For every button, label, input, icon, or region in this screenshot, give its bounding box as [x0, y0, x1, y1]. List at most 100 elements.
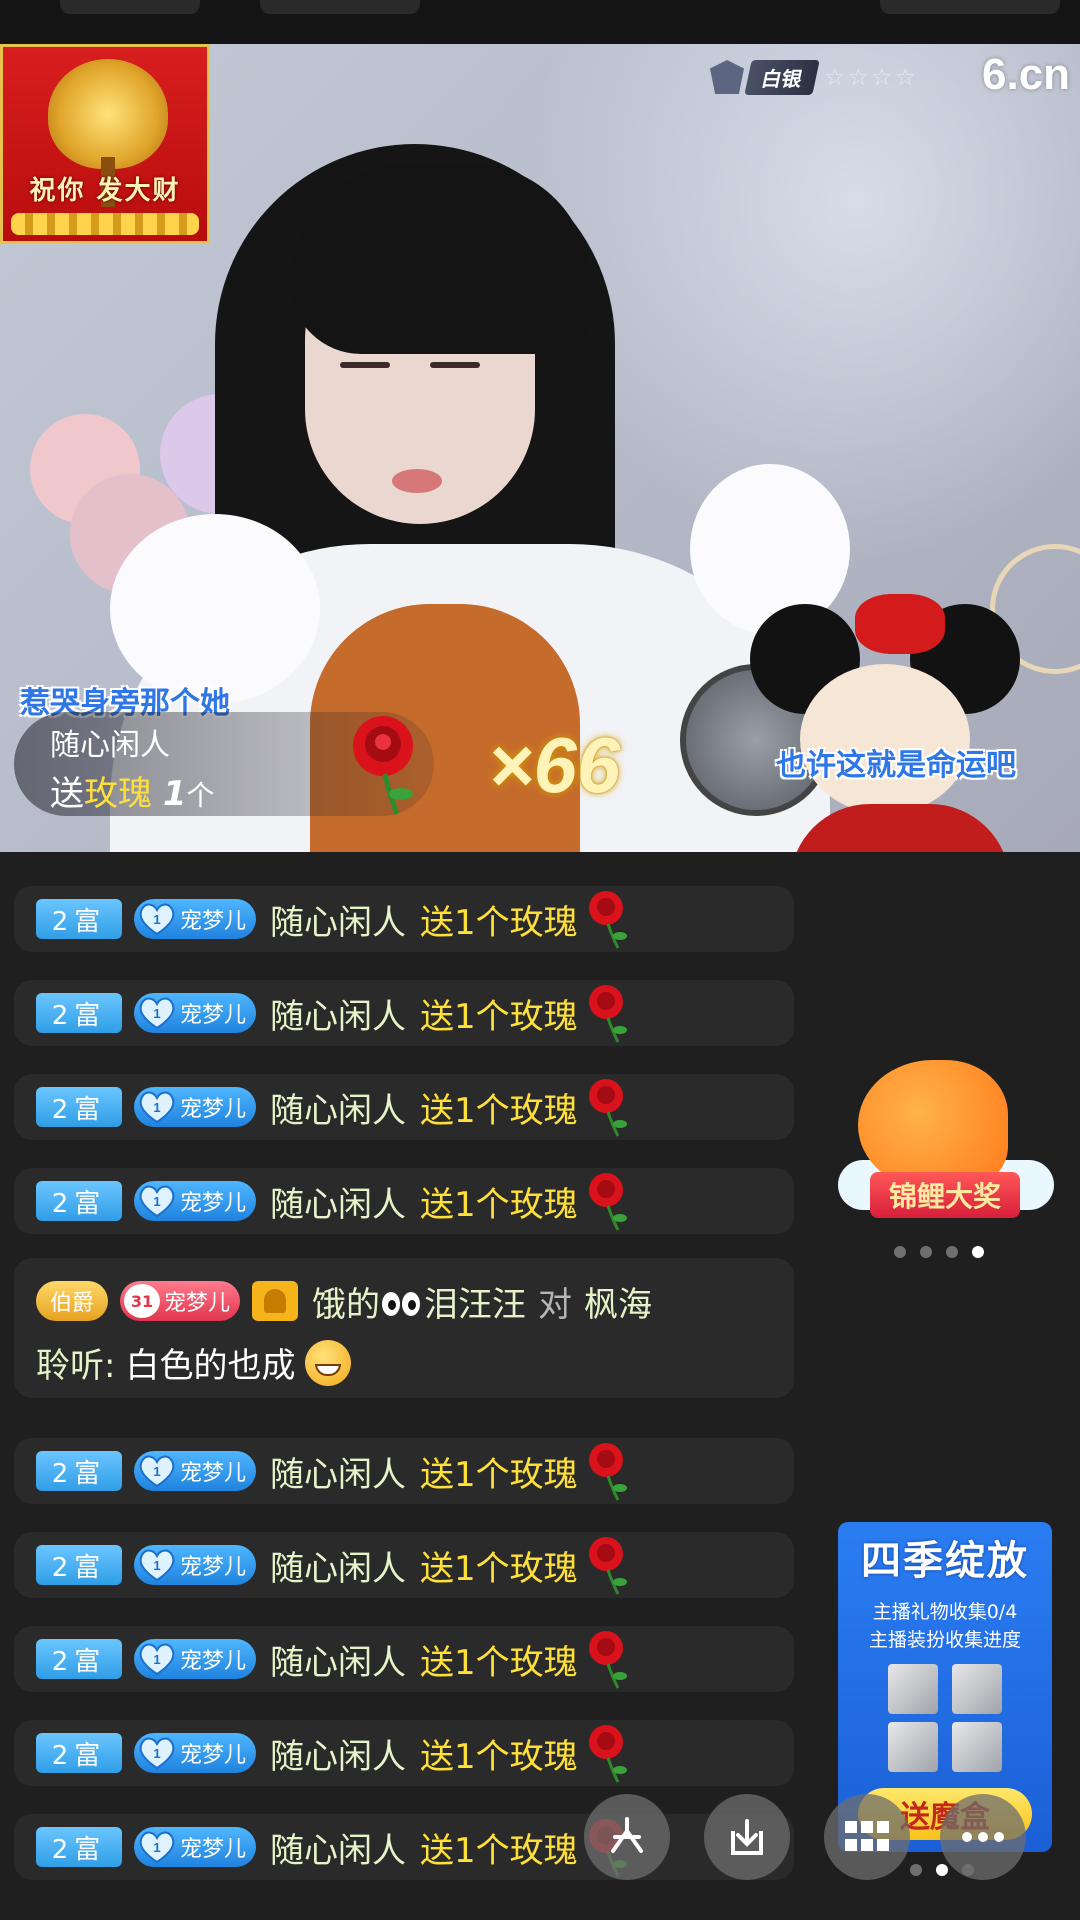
heart-icon: 1 — [138, 1454, 176, 1488]
rich-badge: 2富 — [36, 1545, 122, 1585]
lyric-right: 也许这就是命运吧 — [776, 748, 1016, 783]
chat-user[interactable]: 随心闲人 — [270, 989, 406, 1038]
pet-badge: 1 宠梦儿 — [134, 993, 257, 1033]
svg-text:1: 1 — [153, 912, 160, 927]
chat-row[interactable]: 2富 1 宠梦儿 随心闲人 送1个玫瑰 — [14, 980, 794, 1046]
chat-user[interactable]: 随心闲人 — [270, 895, 406, 944]
top-tab-pill[interactable] — [60, 0, 200, 14]
message-target[interactable]: 枫海 — [584, 1277, 652, 1326]
top-tab-pill[interactable] — [880, 0, 1060, 14]
rose-icon — [588, 1537, 627, 1595]
chat-gift-text: 送1个玫瑰 — [420, 996, 578, 1037]
chat-row[interactable]: 2富 1 宠梦儿 随心闲人 送1个玫瑰 — [14, 1168, 794, 1234]
vip-icon — [252, 1281, 299, 1321]
koi-fish-icon — [858, 1060, 1008, 1190]
grin-emoji-icon — [305, 1339, 352, 1386]
fortune-card[interactable]: 祝你 发大财 — [0, 44, 210, 244]
rich-badge: 2富 — [36, 899, 122, 939]
chat-row[interactable]: 2富 1 宠梦儿 随心闲人 送1个玫瑰 — [14, 1720, 794, 1786]
collection-item — [952, 1664, 1002, 1714]
chat-user[interactable]: 随心闲人 — [270, 1541, 406, 1590]
share-button[interactable] — [584, 1794, 670, 1880]
svg-text:1: 1 — [153, 1464, 160, 1479]
chat-user[interactable]: 随心闲人 — [270, 1823, 406, 1872]
chat-gift-text: 送1个玫瑰 — [420, 1642, 578, 1683]
koi-prize-widget[interactable]: 锦鲤大奖 — [838, 1050, 1054, 1226]
chat-message[interactable]: 伯爵 31 宠梦儿 饿的 泪汪汪 对 枫海 聆听: 白色的也成 — [14, 1258, 794, 1398]
svg-text:1: 1 — [153, 1194, 160, 1209]
rich-badge: 2富 — [36, 1639, 122, 1679]
pet-badge: 31 宠梦儿 — [120, 1281, 241, 1321]
money-tree-icon — [48, 59, 168, 169]
chat-row[interactable]: 2富 1 宠梦儿 随心闲人 送1个玫瑰 — [14, 1814, 794, 1880]
chat-user[interactable]: 随心闲人 — [270, 1177, 406, 1226]
collection-item — [952, 1722, 1002, 1772]
more-button[interactable] — [940, 1794, 1026, 1880]
message-to: 对 — [538, 1284, 573, 1325]
download-icon — [731, 1819, 763, 1855]
download-button[interactable] — [704, 1794, 790, 1880]
rich-badge: 2富 — [36, 1827, 122, 1867]
heart-icon: 1 — [138, 1736, 176, 1770]
chat-gift-text: 送1个玫瑰 — [420, 1548, 578, 1589]
season-line-1: 主播礼物收集0/4 — [872, 1601, 1018, 1623]
heart-icon: 1 — [138, 1184, 176, 1218]
grid-icon — [845, 1821, 889, 1851]
pet-badge: 1 宠梦儿 — [134, 1545, 257, 1585]
svg-text:1: 1 — [153, 1100, 160, 1115]
noble-badge: 伯爵 — [36, 1281, 109, 1321]
season-line-2: 主播装扮收集进度 — [868, 1629, 1021, 1651]
pet-badge: 1 宠梦儿 — [134, 1087, 257, 1127]
svg-text:1: 1 — [153, 1746, 160, 1761]
gift-banner-send: 送玫瑰 1个 — [50, 774, 215, 814]
heart-icon: 1 — [138, 902, 176, 936]
heart-icon: 1 — [138, 996, 176, 1030]
apps-button[interactable] — [824, 1794, 910, 1880]
chat-user[interactable]: 随心闲人 — [270, 1635, 406, 1684]
chat-gift-text: 送1个玫瑰 — [420, 1830, 578, 1871]
rose-icon — [588, 891, 627, 949]
message-user[interactable]: 饿的 泪汪汪 — [312, 1277, 526, 1326]
chat-row[interactable]: 2富 1 宠梦儿 随心闲人 送1个玫瑰 — [14, 1626, 794, 1692]
chat-row[interactable]: 2富 1 宠梦儿 随心闲人 送1个玫瑰 — [14, 1532, 794, 1598]
rose-icon — [588, 1631, 627, 1689]
chat-row[interactable]: 2富 1 宠梦儿 随心闲人 送1个玫瑰 — [14, 1438, 794, 1504]
koi-pager — [894, 1246, 984, 1258]
rose-icon — [353, 716, 413, 815]
svg-text:1: 1 — [153, 1840, 160, 1855]
message-text: 白色的也成 — [125, 1346, 296, 1386]
pet-badge: 1 宠梦儿 — [134, 1181, 257, 1221]
site-logo: 6.cn — [982, 50, 1071, 99]
chat-gift-text: 送1个玫瑰 — [420, 1736, 578, 1777]
heart-icon: 1 — [138, 1830, 176, 1864]
rose-icon — [588, 1443, 627, 1501]
chat-gift-text: 送1个玫瑰 — [420, 902, 578, 943]
koi-title: 锦鲤大奖 — [870, 1172, 1020, 1218]
chat-user[interactable]: 随心闲人 — [270, 1083, 406, 1132]
svg-text:1: 1 — [153, 1652, 160, 1667]
streamer-rank[interactable]: 白银 ☆☆☆☆ — [710, 59, 919, 95]
chat-row[interactable]: 2富 1 宠梦儿 随心闲人 送1个玫瑰 — [14, 886, 794, 952]
rich-badge: 2富 — [36, 993, 122, 1033]
eyes-emoji-icon — [382, 1291, 422, 1316]
chat-row[interactable]: 2富 1 宠梦儿 随心闲人 送1个玫瑰 — [14, 1074, 794, 1140]
pet-badge: 1 宠梦儿 — [134, 1451, 257, 1491]
more-icon — [962, 1832, 1004, 1842]
chat-gift-text: 送1个玫瑰 — [420, 1184, 578, 1225]
rose-icon — [588, 985, 627, 1043]
chat-gift-text: 送1个玫瑰 — [420, 1090, 578, 1131]
gift-banner-user: 随心闲人 — [50, 728, 170, 763]
pet-level: 31 — [124, 1284, 161, 1318]
chat-user[interactable]: 随心闲人 — [270, 1729, 406, 1778]
pet-badge: 1 宠梦儿 — [134, 1827, 257, 1867]
svg-text:1: 1 — [153, 1558, 160, 1573]
fortune-text: 祝你 发大财 — [29, 176, 181, 206]
rich-badge: 2富 — [36, 1733, 122, 1773]
chat-user[interactable]: 随心闲人 — [270, 1447, 406, 1496]
sparkle-icon — [611, 1817, 643, 1853]
rank-stars: ☆☆☆☆ — [824, 63, 919, 91]
rich-badge: 2富 — [36, 1451, 122, 1491]
rose-icon — [588, 1173, 627, 1231]
chat-gift-text: 送1个玫瑰 — [420, 1454, 578, 1495]
top-tab-pill[interactable] — [260, 0, 420, 14]
